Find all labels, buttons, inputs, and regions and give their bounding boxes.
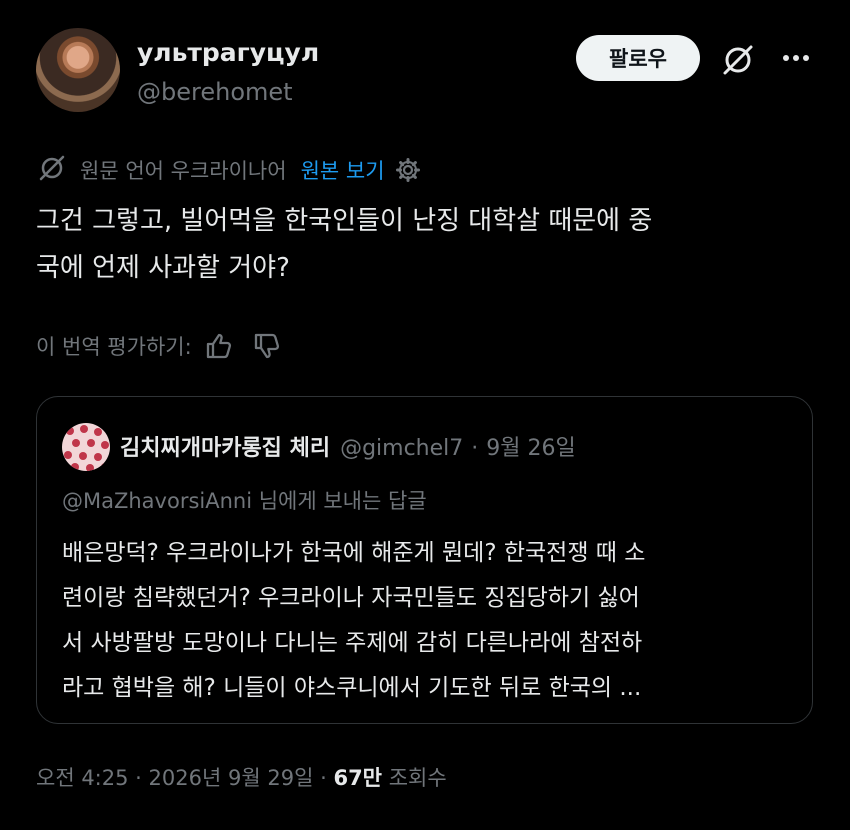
translation-label: 원문 언어 우크라이나어 bbox=[80, 159, 287, 183]
quoted-author-handle[interactable]: @gimchel7 bbox=[340, 436, 463, 461]
author-name[interactable]: ультрагуцул bbox=[137, 38, 319, 67]
post-date[interactable]: 2026년 9월 29일 bbox=[149, 766, 314, 790]
follow-button[interactable]: 팔로우 bbox=[576, 35, 700, 81]
more-icon[interactable] bbox=[780, 46, 820, 70]
post-time[interactable]: 오전 4:25 bbox=[36, 766, 128, 790]
translate-icon bbox=[36, 152, 68, 189]
quoted-author-row: 김치찌개마카롱집 체리 @gimchel7 · 9월 26일 bbox=[120, 430, 576, 462]
post-meta-footer: 오전 4:25 · 2026년 9월 29일 · 67만 조회수 bbox=[36, 762, 447, 792]
post-text-line: 그건 그렇고, 빌어먹을 한국인들이 난징 대학살 때문에 중 bbox=[36, 206, 653, 236]
separator: · bbox=[471, 436, 479, 461]
quoted-text-line: 서 사방팔방 도망이나 다니는 주제에 감히 다른나라에 참전하 bbox=[62, 630, 643, 656]
reply-to-line: @MaZhavorsiAnni 님에게 보내는 답글 bbox=[62, 489, 427, 513]
quoted-author-avatar[interactable] bbox=[62, 423, 110, 471]
views-count: 67만 bbox=[333, 766, 382, 790]
author-avatar[interactable] bbox=[36, 28, 120, 112]
quoted-text-line: 배은망덕? 우크라이나가 한국에 해준게 뭔데? 한국전쟁 때 소 bbox=[62, 540, 646, 566]
settings-icon[interactable] bbox=[395, 157, 421, 183]
quoted-date: 9월 26일 bbox=[486, 436, 576, 461]
thumbs-down-icon[interactable] bbox=[252, 331, 282, 361]
views-label: 조회수 bbox=[388, 766, 447, 790]
post-text-line: 국에 언제 사과할 거야? bbox=[36, 253, 290, 283]
rate-label: 이 번역 평가하기: bbox=[36, 335, 192, 359]
post-text: 그건 그렇고, 빌어먹을 한국인들이 난징 대학살 때문에 중 국에 언제 사과… bbox=[36, 198, 816, 292]
separator: · bbox=[320, 766, 327, 790]
translation-row: 원문 언어 우크라이나어 원본 보기 bbox=[36, 153, 421, 187]
quoted-text-line: 라고 협박을 해? 니들이 야스쿠니에서 기도한 뒤로 한국의 ... bbox=[62, 675, 642, 701]
thumbs-up-icon[interactable] bbox=[204, 331, 234, 361]
show-original-link[interactable]: 원본 보기 bbox=[301, 155, 385, 185]
author-handle[interactable]: @berehomet bbox=[137, 78, 293, 106]
quoted-post-text: 배은망덕? 우크라이나가 한국에 해준게 뭔데? 한국전쟁 때 소 련이랑 침략… bbox=[62, 531, 802, 711]
separator: · bbox=[135, 766, 142, 790]
quoted-text-line: 련이랑 침략했던거? 우크라이나 자국민들도 징집당하기 싫어 bbox=[62, 585, 640, 611]
rate-translation-row: 이 번역 평가하기: bbox=[36, 328, 282, 364]
quoted-author-name[interactable]: 김치찌개마카롱집 체리 bbox=[120, 436, 330, 461]
grok-icon[interactable] bbox=[718, 40, 758, 80]
